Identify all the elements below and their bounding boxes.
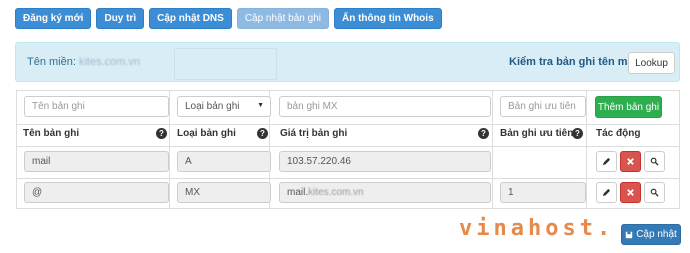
record-value-field[interactable]: mail. kites.com.vn bbox=[279, 182, 491, 203]
new-record-type-select[interactable]: Loại bản ghi ▼ bbox=[177, 96, 271, 117]
save-icon bbox=[626, 231, 633, 238]
edit-record-button[interactable] bbox=[596, 182, 617, 203]
add-record-button[interactable]: Thêm bản ghi bbox=[595, 96, 662, 118]
close-icon bbox=[627, 158, 634, 165]
col-divider bbox=[169, 91, 170, 208]
delete-record-button[interactable] bbox=[620, 182, 641, 203]
col-divider bbox=[586, 91, 587, 208]
maintain-button[interactable]: Duy trì bbox=[96, 8, 145, 29]
pencil-icon bbox=[602, 157, 611, 166]
domain-label-text: Tên miền: bbox=[27, 56, 76, 68]
lookup-button[interactable]: Lookup bbox=[628, 52, 675, 74]
record-value-field[interactable]: 103.57.220.46 bbox=[279, 151, 491, 172]
update-records-button[interactable]: Cập nhật bản ghi bbox=[236, 8, 329, 29]
edit-record-button[interactable] bbox=[596, 151, 617, 172]
search-icon bbox=[650, 157, 659, 166]
domain-value: kites.com.vn bbox=[78, 56, 141, 68]
new-record-name-input[interactable]: Tên bản ghi bbox=[24, 96, 169, 117]
update-button[interactable]: Cập nhật bbox=[621, 224, 681, 245]
record-name-field[interactable]: @ bbox=[24, 182, 169, 203]
row-divider bbox=[17, 146, 679, 147]
help-icon[interactable]: ? bbox=[257, 128, 268, 139]
chevron-down-icon: ▼ bbox=[257, 102, 264, 109]
hide-whois-button[interactable]: Ẩn thông tin Whois bbox=[333, 8, 442, 29]
register-new-button[interactable]: Đăng ký mới bbox=[15, 8, 92, 29]
update-label: Cập nhật bbox=[636, 229, 677, 240]
close-icon bbox=[627, 189, 634, 196]
header-name: Tên bản ghi bbox=[23, 128, 80, 139]
header-value: Giá trị bản ghi bbox=[280, 128, 348, 139]
record-priority-field[interactable]: 1 bbox=[500, 182, 586, 203]
check-records-label: Kiểm tra bản ghi tên miền bbox=[509, 56, 644, 68]
search-icon bbox=[650, 188, 659, 197]
row-divider bbox=[17, 124, 679, 125]
record-type-field[interactable]: MX bbox=[177, 182, 271, 203]
record-value-domain: kites.com.vn bbox=[308, 187, 364, 198]
vinahost-logo: vinahost. bbox=[459, 216, 615, 241]
view-record-button[interactable] bbox=[644, 182, 665, 203]
view-record-button[interactable] bbox=[644, 151, 665, 172]
record-name-field[interactable]: mail bbox=[24, 151, 169, 172]
help-icon[interactable]: ? bbox=[572, 128, 583, 139]
selected-type: Loại bản ghi bbox=[185, 101, 240, 112]
header-priority: Bản ghi ưu tiên bbox=[500, 128, 574, 139]
col-divider bbox=[492, 91, 493, 208]
update-dns-button[interactable]: Cập nhật DNS bbox=[149, 8, 232, 29]
record-toolbar: Đăng ký mới Duy trì Cập nhật DNS Cập nhậ… bbox=[15, 8, 442, 29]
header-type: Loại bản ghi bbox=[177, 128, 236, 139]
row-divider bbox=[17, 178, 679, 179]
domain-info-bar: Tên miền: kites.com.vn Kiểm tra bản ghi … bbox=[15, 42, 680, 82]
delete-record-button[interactable] bbox=[620, 151, 641, 172]
record-type-field[interactable]: A bbox=[177, 151, 271, 172]
header-action: Tác động bbox=[596, 128, 641, 139]
domain-label: Tên miền: kites.com.vn bbox=[27, 56, 140, 68]
record-value-prefix: mail. bbox=[287, 187, 309, 198]
domain-preview-box bbox=[174, 48, 277, 80]
new-record-value-input[interactable]: bản ghi MX bbox=[279, 96, 491, 117]
help-icon[interactable]: ? bbox=[156, 128, 167, 139]
help-icon[interactable]: ? bbox=[478, 128, 489, 139]
pencil-icon bbox=[602, 188, 611, 197]
new-record-priority-input[interactable]: Bản ghi ưu tiên bbox=[500, 96, 586, 117]
